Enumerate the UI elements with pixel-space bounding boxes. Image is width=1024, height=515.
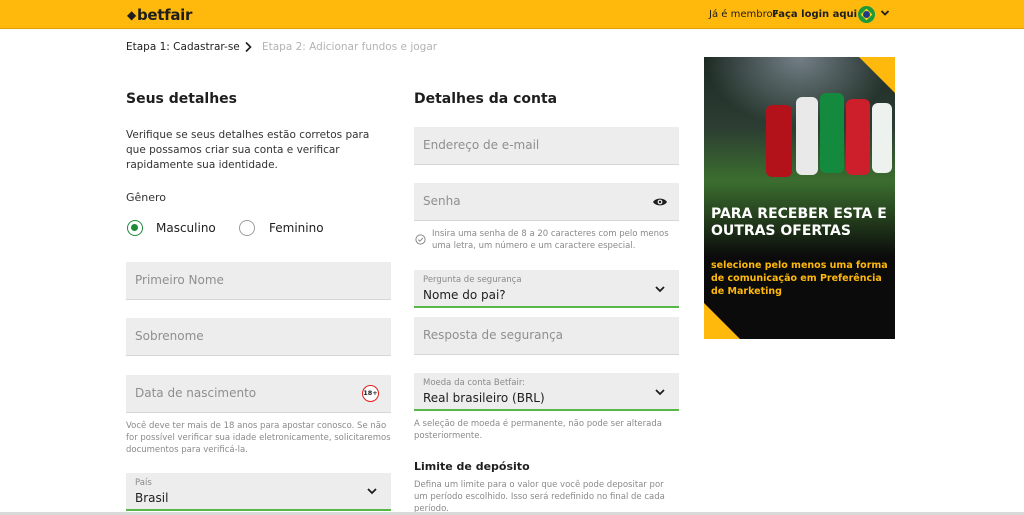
- login-link[interactable]: Faça login aqui: [772, 9, 857, 20]
- betfair-diamond-icon: ◆: [127, 8, 136, 22]
- country-value: Brasil: [135, 491, 169, 505]
- check-circle-icon: [415, 234, 426, 245]
- gender-radio-male[interactable]: [127, 220, 143, 236]
- security-question-value: Nome do pai?: [423, 288, 506, 302]
- promo-title: PARA RECEBER ESTA E OUTRAS OFERTAS: [711, 206, 887, 239]
- chevron-down-icon[interactable]: [880, 8, 890, 18]
- promo-subtitle: selecione pelo menos uma forma de comuni…: [711, 260, 888, 297]
- country-select[interactable]: País Brasil: [126, 473, 391, 511]
- gender-radio-female[interactable]: [239, 220, 255, 236]
- age-note: Você deve ter mais de 18 anos para apost…: [126, 421, 391, 455]
- first-name-field[interactable]: Primeiro Nome: [126, 262, 391, 300]
- date-of-birth-placeholder: Data de nascimento: [135, 386, 257, 400]
- chevron-down-icon: [655, 286, 665, 293]
- player-red-2: [846, 99, 870, 175]
- age-18-plus-icon: 18+: [362, 385, 379, 402]
- gender-option-male[interactable]: Masculino: [156, 221, 216, 235]
- password-field[interactable]: Senha: [414, 183, 679, 221]
- player-green: [820, 93, 844, 173]
- password-hint: Insira uma senha de 8 a 20 caracteres co…: [432, 229, 669, 251]
- security-answer-placeholder: Resposta de segurança: [423, 328, 564, 342]
- email-field[interactable]: Endereço de e-mail: [414, 127, 679, 165]
- promo-corner-accent-bottom: [704, 303, 740, 339]
- personal-details-title: Seus detalhes: [126, 91, 238, 107]
- last-name-placeholder: Sobrenome: [135, 329, 204, 343]
- top-bar: ◆betfair Já é membro? Faça login aqui: [0, 0, 1024, 29]
- player-white-2: [872, 103, 892, 173]
- promo-banner[interactable]: PARA RECEBER ESTA E OUTRAS OFERTAS selec…: [704, 57, 895, 339]
- promo-corner-accent: [859, 57, 895, 93]
- currency-select[interactable]: Moeda da conta Betfair: Real brasileiro …: [414, 373, 679, 411]
- step-2: Etapa 2: Adicionar fundos e jogar: [262, 41, 438, 53]
- personal-details-intro: Verifique se seus detalhes estão correto…: [126, 129, 370, 171]
- brand-name: betfair: [136, 6, 193, 24]
- step-1: Etapa 1: Cadastrar-se: [126, 41, 240, 53]
- gender-option-female[interactable]: Feminino: [269, 221, 324, 235]
- account-details-title: Detalhes da conta: [414, 91, 558, 107]
- currency-note: A seleção de moeda é permanente, não pod…: [414, 419, 662, 441]
- last-name-field[interactable]: Sobrenome: [126, 318, 391, 356]
- betfair-logo[interactable]: ◆betfair: [127, 6, 192, 24]
- player-red: [766, 105, 792, 177]
- first-name-placeholder: Primeiro Nome: [135, 273, 224, 287]
- member-question: Já é membro?: [709, 9, 778, 20]
- password-placeholder: Senha: [423, 194, 461, 208]
- chevron-right-icon: [245, 41, 252, 53]
- player-white: [796, 97, 818, 175]
- brazil-flag-icon[interactable]: [858, 6, 875, 23]
- show-password-eye-icon[interactable]: [652, 196, 668, 208]
- security-question-select[interactable]: Pergunta de segurança Nome do pai?: [414, 270, 679, 308]
- currency-value: Real brasileiro (BRL): [423, 391, 545, 405]
- security-answer-field[interactable]: Resposta de segurança: [414, 317, 679, 355]
- currency-label: Moeda da conta Betfair:: [423, 378, 526, 388]
- date-of-birth-field[interactable]: Data de nascimento 18+: [126, 375, 391, 413]
- security-question-label: Pergunta de segurança: [423, 275, 522, 285]
- deposit-limit-title: Limite de depósito: [414, 460, 530, 473]
- country-label: País: [135, 478, 152, 488]
- gender-label: Gênero: [126, 191, 167, 204]
- chevron-down-icon: [367, 488, 377, 495]
- deposit-limit-text: Defina um limite para o valor que você p…: [414, 480, 665, 512]
- chevron-down-icon: [655, 389, 665, 396]
- email-placeholder: Endereço de e-mail: [423, 138, 540, 152]
